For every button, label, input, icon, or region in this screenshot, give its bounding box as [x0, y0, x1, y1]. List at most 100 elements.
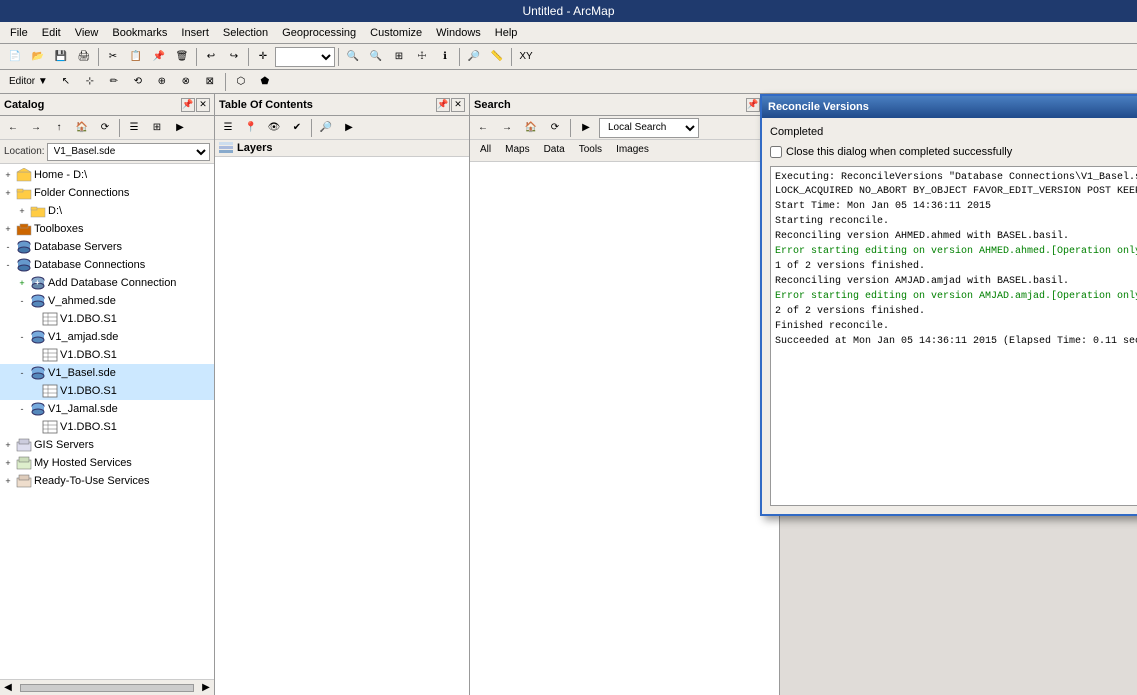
cat-list-btn[interactable]: ☰	[123, 117, 145, 139]
tree-item-v-jamal[interactable]: - V1_Jamal.sde	[0, 400, 214, 418]
expand-ready-services[interactable]: +	[2, 475, 14, 487]
edit-tool-4[interactable]: ⟲	[127, 71, 149, 93]
pan-map-btn[interactable]: ☩	[411, 46, 433, 68]
search-tab-all[interactable]: All	[474, 143, 497, 158]
toc-close-btn[interactable]: ✕	[451, 98, 465, 112]
scroll-right-btn[interactable]: ▶	[198, 681, 214, 695]
open-btn[interactable]: 📂	[27, 46, 49, 68]
cat-more-btn[interactable]: ▶	[169, 117, 191, 139]
expand-d-drive[interactable]: +	[16, 205, 28, 217]
undo-btn[interactable]: ↩	[200, 46, 222, 68]
toc-sel-btn[interactable]: ✔	[286, 117, 308, 139]
tree-item-toolboxes[interactable]: + Toolboxes	[0, 220, 214, 238]
zoom-out-btn[interactable]: 🔍	[365, 46, 387, 68]
expand-db-connections[interactable]: -	[2, 259, 14, 271]
identify-btn[interactable]: ℹ	[434, 46, 456, 68]
delete-btn[interactable]: 🗑	[171, 46, 193, 68]
print-btn[interactable]: 🖨	[73, 46, 95, 68]
cat-detail-btn[interactable]: ⊞	[146, 117, 168, 139]
search-home-btn[interactable]: 🏠	[520, 117, 542, 139]
catalog-close-btn[interactable]: ✕	[196, 98, 210, 112]
cat-up-btn[interactable]: ↑	[48, 117, 70, 139]
editor-toggle[interactable]: Editor ▼	[4, 71, 53, 93]
find-btn[interactable]: 🔎	[463, 46, 485, 68]
toc-source-btn[interactable]: 📍	[240, 117, 262, 139]
search-scope-dropdown[interactable]: Local Search	[599, 118, 699, 138]
edit-tool-8[interactable]: ⬡	[230, 71, 252, 93]
edit-tool-9[interactable]: ⬟	[254, 71, 276, 93]
pan-btn[interactable]: ✛	[252, 46, 274, 68]
redo-btn[interactable]: ↪	[223, 46, 245, 68]
menu-geoprocessing[interactable]: Geoprocessing	[276, 25, 362, 41]
search-pin-btn[interactable]: 📌	[746, 98, 760, 112]
expand-v-ahmed[interactable]: -	[16, 295, 28, 307]
menu-help[interactable]: Help	[489, 25, 524, 41]
scale-dropdown[interactable]	[275, 47, 335, 67]
cat-home-btn[interactable]: 🏠	[71, 117, 93, 139]
search-tab-tools[interactable]: Tools	[573, 143, 608, 158]
menu-file[interactable]: File	[4, 25, 34, 41]
menu-view[interactable]: View	[69, 25, 105, 41]
tree-item-gis-servers[interactable]: + GIS Servers	[0, 436, 214, 454]
menu-customize[interactable]: Customize	[364, 25, 428, 41]
tree-item-hosted-services[interactable]: + My Hosted Services	[0, 454, 214, 472]
log-area[interactable]: Executing: ReconcileVersions "Database C…	[770, 166, 1137, 506]
edit-tool-5[interactable]: ⊕	[151, 71, 173, 93]
cat-back-btn[interactable]: ←	[2, 117, 24, 139]
toc-more-btn[interactable]: ▶	[338, 117, 360, 139]
tree-item-ready-services[interactable]: + Ready-To-Use Services	[0, 472, 214, 490]
menu-insert[interactable]: Insert	[175, 25, 215, 41]
menu-windows[interactable]: Windows	[430, 25, 487, 41]
location-dropdown[interactable]: V1_Basel.sde	[47, 143, 210, 161]
paste-btn[interactable]: 📌	[148, 46, 170, 68]
toc-search-btn[interactable]: 🔎	[315, 117, 337, 139]
zoom-full-btn[interactable]: ⊞	[388, 46, 410, 68]
search-more-btn[interactable]: ▶	[575, 117, 597, 139]
tree-item-v-amjad-s1[interactable]: V1.DBO.S1	[0, 346, 214, 364]
measure-btn[interactable]: 📏	[486, 46, 508, 68]
edit-tool-1[interactable]: ↖	[55, 71, 77, 93]
tree-item-db-servers[interactable]: - Database Servers	[0, 238, 214, 256]
toc-list-btn[interactable]: ☰	[217, 117, 239, 139]
tree-item-v-ahmed-s1[interactable]: V1.DBO.S1	[0, 310, 214, 328]
expand-v-jamal[interactable]: -	[16, 403, 28, 415]
tree-item-v-ahmed[interactable]: - V_ahmed.sde	[0, 292, 214, 310]
xy-btn[interactable]: XY	[515, 46, 537, 68]
menu-edit[interactable]: Edit	[36, 25, 67, 41]
search-back-btn[interactable]: ←	[472, 117, 494, 139]
expand-home[interactable]: +	[2, 169, 14, 181]
edit-tool-7[interactable]: ⊠	[199, 71, 221, 93]
expand-db-servers[interactable]: -	[2, 241, 14, 253]
new-btn[interactable]: 📄	[4, 46, 26, 68]
copy-btn[interactable]: 📋	[125, 46, 147, 68]
tree-item-db-connections[interactable]: - Database Connections	[0, 256, 214, 274]
search-tab-data[interactable]: Data	[538, 143, 571, 158]
toc-pin-btn[interactable]: 📌	[436, 98, 450, 112]
menu-bookmarks[interactable]: Bookmarks	[106, 25, 173, 41]
cut-btn[interactable]: ✂	[102, 46, 124, 68]
zoom-in-btn[interactable]: 🔍	[342, 46, 364, 68]
cat-refresh-btn[interactable]: ⟳	[94, 117, 116, 139]
close-on-complete-checkbox[interactable]	[770, 146, 782, 158]
save-btn[interactable]: 💾	[50, 46, 72, 68]
tree-item-d-drive[interactable]: + D:\	[0, 202, 214, 220]
expand-folder-connections[interactable]: +	[2, 187, 14, 199]
cat-forward-btn[interactable]: →	[25, 117, 47, 139]
search-tab-maps[interactable]: Maps	[499, 143, 535, 158]
edit-tool-6[interactable]: ⊗	[175, 71, 197, 93]
catalog-scrollbar[interactable]: ◀ ▶	[0, 679, 214, 695]
expand-toolboxes[interactable]: +	[2, 223, 14, 235]
tree-item-v-basel[interactable]: - V1_Basel.sde	[0, 364, 214, 382]
catalog-pin-btn[interactable]: 📌	[181, 98, 195, 112]
expand-gis-servers[interactable]: +	[2, 439, 14, 451]
tree-item-v-jamal-s1[interactable]: V1.DBO.S1	[0, 418, 214, 436]
search-refresh-btn[interactable]: ⟳	[544, 117, 566, 139]
scroll-left-btn[interactable]: ◀	[0, 681, 16, 695]
expand-v-amjad[interactable]: -	[16, 331, 28, 343]
scrollbar-track[interactable]	[20, 684, 194, 692]
tree-item-home[interactable]: + Home - D:\	[0, 166, 214, 184]
search-tab-images[interactable]: Images	[610, 143, 655, 158]
tree-item-v-basel-s1[interactable]: V1.DBO.S1	[0, 382, 214, 400]
menu-selection[interactable]: Selection	[217, 25, 274, 41]
tree-item-folder-connections[interactable]: + Folder Connections	[0, 184, 214, 202]
